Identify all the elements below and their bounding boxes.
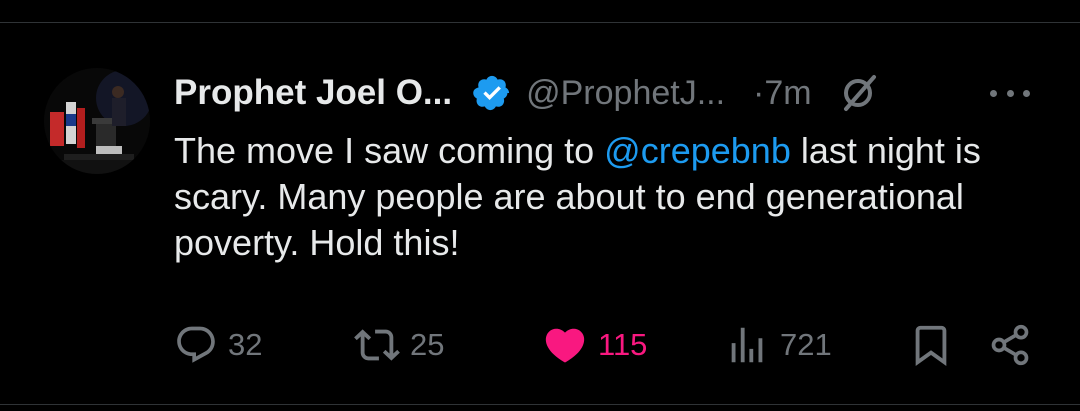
author-name[interactable]: Prophet Joel O... xyxy=(174,73,452,113)
like-count: 115 xyxy=(598,327,648,362)
retweet-icon xyxy=(354,329,400,361)
grok-icon[interactable] xyxy=(838,73,878,113)
tweet-text-part: The move I saw coming to xyxy=(174,130,605,171)
separator: · xyxy=(753,73,765,112)
mention-link[interactable]: @crepebnb xyxy=(604,130,791,171)
avatar[interactable] xyxy=(44,68,150,174)
retweet-count: 25 xyxy=(410,327,445,362)
tweet-text: The move I saw coming to @crepebnb last … xyxy=(174,128,1054,266)
author-handle[interactable]: @ProphetJ... xyxy=(526,74,725,113)
reply-button[interactable]: 32 xyxy=(174,322,262,368)
bookmark-icon xyxy=(915,325,947,366)
views-button[interactable]: 721 xyxy=(724,322,832,368)
share-icon xyxy=(991,324,1029,366)
verified-badge-icon[interactable] xyxy=(472,73,512,113)
more-icon[interactable] xyxy=(990,86,1030,100)
like-button[interactable]: 115 xyxy=(542,322,647,368)
tweet-header: Prophet Joel O... @ProphetJ... ·7m xyxy=(174,68,1044,118)
time-value: 7m xyxy=(764,73,812,112)
more-dot xyxy=(990,89,997,97)
timestamp[interactable]: ·7m xyxy=(753,74,812,113)
bottom-divider xyxy=(0,404,1080,405)
share-button[interactable] xyxy=(988,322,1032,368)
more-dot xyxy=(1023,89,1030,97)
more-dot xyxy=(1006,89,1014,97)
reply-icon xyxy=(177,326,215,363)
reply-count: 32 xyxy=(228,327,263,362)
view-count: 721 xyxy=(780,327,832,362)
bookmark-button[interactable] xyxy=(908,322,954,368)
like-icon xyxy=(545,328,585,363)
views-icon xyxy=(731,327,763,363)
retweet-button[interactable]: 25 xyxy=(354,322,444,368)
tweet-actions: 32 25 115 721 xyxy=(174,322,1044,368)
